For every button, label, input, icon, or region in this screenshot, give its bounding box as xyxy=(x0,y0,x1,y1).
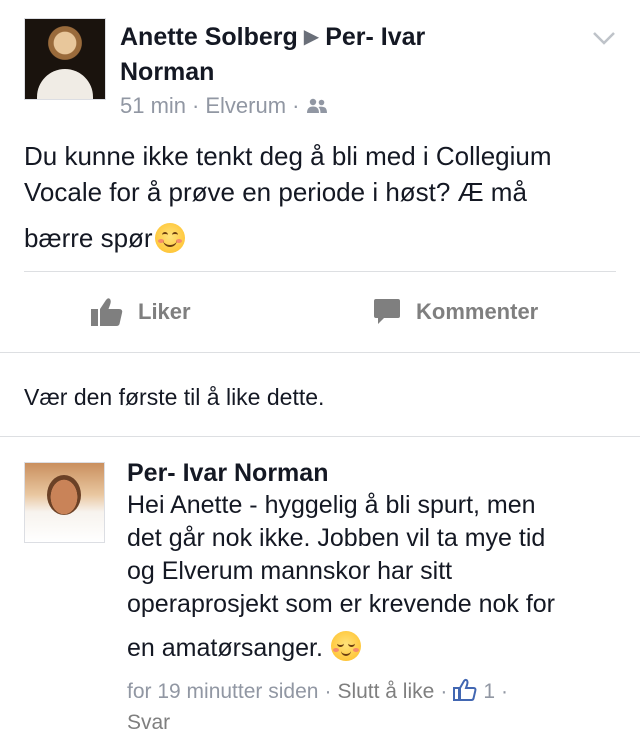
post-body: Du kunne ikke tenkt deg å bli med i Coll… xyxy=(24,138,624,256)
comment-meta: for 19 minutter siden · Slutt å like · 1 · S… xyxy=(127,676,607,738)
post-text-line: Vocale for å prøve en periode i høst? Æ … xyxy=(24,177,527,207)
thumbs-up-icon xyxy=(453,678,477,701)
author-avatar[interactable] xyxy=(24,18,106,100)
likes-summary: Vær den første til å like dette. xyxy=(24,384,325,410)
post-text-line-last: bærre spør xyxy=(24,220,624,256)
divider xyxy=(24,271,616,272)
divider xyxy=(0,352,640,353)
comment-text-line: en amatørsanger. xyxy=(127,634,323,662)
like-label: Liker xyxy=(138,299,191,324)
meta-separator: · xyxy=(440,680,448,703)
recipient-name-part2: Norman xyxy=(120,58,215,86)
blush-face-icon xyxy=(330,631,361,661)
thumbs-up-icon xyxy=(91,298,123,326)
meta-separator: · xyxy=(192,93,200,118)
like-count-value: 1 xyxy=(483,680,496,703)
post-meta: 51 min · Elverum · xyxy=(120,92,329,120)
like-button[interactable]: Liker xyxy=(90,292,191,332)
divider xyxy=(0,436,640,437)
meta-separator: · xyxy=(324,680,332,703)
meta-separator: · xyxy=(501,680,509,703)
comment-label: Kommenter xyxy=(416,299,539,324)
commenter-avatar[interactable] xyxy=(24,462,105,543)
unlike-link[interactable]: Slutt å like xyxy=(337,680,434,703)
comment-button[interactable]: Kommenter xyxy=(372,292,538,332)
comment-text: Hei Anette - hyggelig å bli spurt, men d… xyxy=(127,489,607,665)
post-location[interactable]: Elverum xyxy=(205,93,286,118)
share-arrow-icon: ▶ xyxy=(303,26,320,48)
comment-text-line: det går nok ikke. Jobben vil ta mye tid xyxy=(127,524,546,552)
speech-bubble-icon xyxy=(374,299,400,324)
chevron-down-icon[interactable] xyxy=(592,30,616,46)
friends-icon[interactable] xyxy=(305,97,329,115)
post-header: Anette Solberg ▶ Per- Ivar Norman 51 min · El… xyxy=(0,0,640,130)
post-author-line: Anette Solberg ▶ Per- Ivar Norman xyxy=(120,21,590,89)
comment-text-line: operaprosjekt som er krevende nok for xyxy=(127,590,555,618)
commenter-name[interactable]: Per- Ivar Norman xyxy=(127,458,328,488)
comment-item: Per- Ivar Norman Hei Anette - hyggelig å… xyxy=(0,450,640,736)
comment-text-line-last: en amatørsanger. xyxy=(127,631,607,665)
smiling-face-icon xyxy=(154,223,185,253)
post-time[interactable]: 51 min xyxy=(120,93,186,118)
comment-text-line: og Elverum mannskor har sitt xyxy=(127,557,453,585)
reply-link[interactable]: Svar xyxy=(127,711,170,734)
author-name-link[interactable]: Anette Solberg xyxy=(120,23,298,51)
comment-like-count[interactable]: 1 xyxy=(453,678,496,703)
post-text-line: bærre spør xyxy=(24,223,153,253)
post-text-line: Du kunne ikke tenkt deg å bli med i Coll… xyxy=(24,141,552,171)
comment-text-line: Hei Anette - hyggelig å bli spurt, men xyxy=(127,491,536,519)
comment-time[interactable]: for 19 minutter siden xyxy=(127,680,318,703)
meta-separator: · xyxy=(292,93,300,118)
recipient-name-part1: Per- Ivar xyxy=(325,23,426,51)
